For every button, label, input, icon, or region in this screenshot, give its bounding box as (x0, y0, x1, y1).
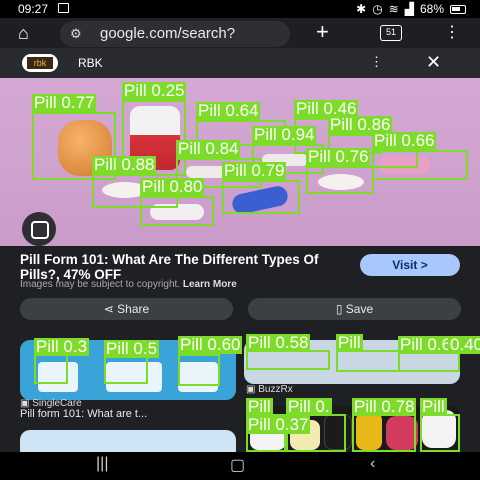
detection-label: Pill 0.80 (140, 177, 205, 196)
result-image[interactable]: Pill 0.77 Pill 0.25 Pill 0.64 Pill 0.46 … (0, 78, 480, 246)
copyright-notice: Images may be subject to copyright. Lear… (20, 279, 237, 290)
detection-box (140, 196, 214, 226)
detection-label: Pill 0.66 (372, 131, 437, 150)
detection-box (246, 350, 330, 370)
detection-box (104, 356, 148, 384)
detection-box (398, 352, 460, 372)
url-text[interactable]: google.com/search? (100, 25, 235, 42)
detection-box (336, 350, 400, 372)
detection-box (178, 354, 220, 386)
result-title[interactable]: Pill Form 101: What Are The Different Ty… (20, 252, 350, 282)
alarm-icon: ◷ (372, 2, 383, 16)
detection-label: Pill 0. (286, 397, 332, 416)
detection-label: Pill 0.37 (246, 415, 311, 434)
share-label: Share (117, 302, 150, 316)
result-info: Pill Form 101: What Are The Different Ty… (0, 246, 480, 326)
detection-label: Pill 0.94 (252, 125, 317, 144)
detection-label: Pill 0.78 (352, 397, 417, 416)
status-icons: ✱ ◷ ≋ ▟ 68% (356, 2, 466, 16)
detection-label: Pill (336, 333, 363, 352)
bluetooth-icon: ✱ (356, 2, 367, 16)
home-icon[interactable]: ⌂ (18, 23, 29, 44)
home-nav-icon[interactable]: ▢ (230, 455, 245, 475)
lens-search-button[interactable] (22, 212, 56, 246)
detection-box (420, 414, 460, 452)
share-button[interactable]: ⋖ Share (20, 298, 233, 320)
bookmark-icon: ▯ (335, 302, 346, 316)
site-settings-icon[interactable]: ⚙ (70, 26, 82, 42)
detection-label: Pill 0.79 (222, 161, 287, 180)
detection-label: Pill 0.58 (246, 333, 311, 352)
detection-label: Pill 0.25 (122, 81, 187, 100)
related-card-image[interactable] (20, 430, 236, 452)
back-icon[interactable]: ‹ (370, 455, 375, 473)
related-results: ▣ SingleCare Pill form 101: What are t..… (0, 326, 480, 452)
battery-icon (450, 4, 466, 14)
tab-switcher-button[interactable]: 51 (380, 25, 402, 41)
detection-label: Pill (420, 397, 447, 416)
detection-box (306, 166, 374, 194)
more-vert-icon[interactable]: ⋮ (444, 22, 460, 42)
image-icon (58, 3, 69, 13)
detection-label: Pill 0.84 (176, 139, 241, 158)
address-bar[interactable]: ⚙ google.com/search? (60, 21, 290, 47)
system-nav-bar: ||| ▢ ‹ (0, 452, 480, 480)
detection-label: Pill 0.64 (196, 101, 261, 120)
detection-label: 0.40 (448, 336, 480, 354)
detection-box (34, 354, 68, 384)
source-buzzrx: ▣ BuzzRx (246, 384, 293, 395)
battery-percent: 68% (419, 2, 444, 16)
detection-box (352, 414, 416, 452)
detection-box (222, 180, 300, 214)
visit-button[interactable]: Visit > (360, 254, 460, 276)
share-icon: ⋖ (103, 302, 118, 316)
detection-label: Pill 0.88 (92, 155, 157, 174)
detection-box (372, 150, 468, 180)
recent-apps-icon[interactable]: ||| (96, 455, 108, 473)
detection-label: Pill 0.3 (34, 337, 90, 356)
detection-label: Pill 0.77 (32, 93, 97, 112)
detection-label: Pill 0.5 (104, 339, 160, 358)
detection-label: Pill 0.76 (306, 147, 371, 166)
plus-icon[interactable]: + (316, 19, 329, 45)
result-sheet-header: rbk RBK ⋮ ✕ (0, 48, 480, 78)
save-button[interactable]: ▯ Save (248, 298, 461, 320)
status-bar: 09:27 ✱ ◷ ≋ ▟ 68% (0, 0, 480, 18)
detection-label: Pill 0.60 (178, 335, 243, 354)
close-icon[interactable]: ✕ (426, 52, 441, 73)
learn-more-link[interactable]: Learn More (183, 279, 237, 290)
wifi-icon: ≋ (388, 2, 399, 16)
site-logo: rbk (22, 54, 58, 72)
site-favicon-icon: ▣ (246, 384, 259, 395)
more-vert-icon[interactable]: ⋮ (370, 54, 383, 70)
save-label: Save (345, 302, 374, 316)
related-card-title[interactable]: Pill form 101: What are t... (20, 408, 147, 420)
detection-label: Pill (246, 397, 273, 416)
site-name: RBK (78, 56, 103, 70)
clock: 09:27 (18, 2, 49, 16)
browser-toolbar: ⌂ ⚙ google.com/search? + 51 ⋮ (0, 18, 480, 48)
signal-icon: ▟ (404, 2, 414, 16)
